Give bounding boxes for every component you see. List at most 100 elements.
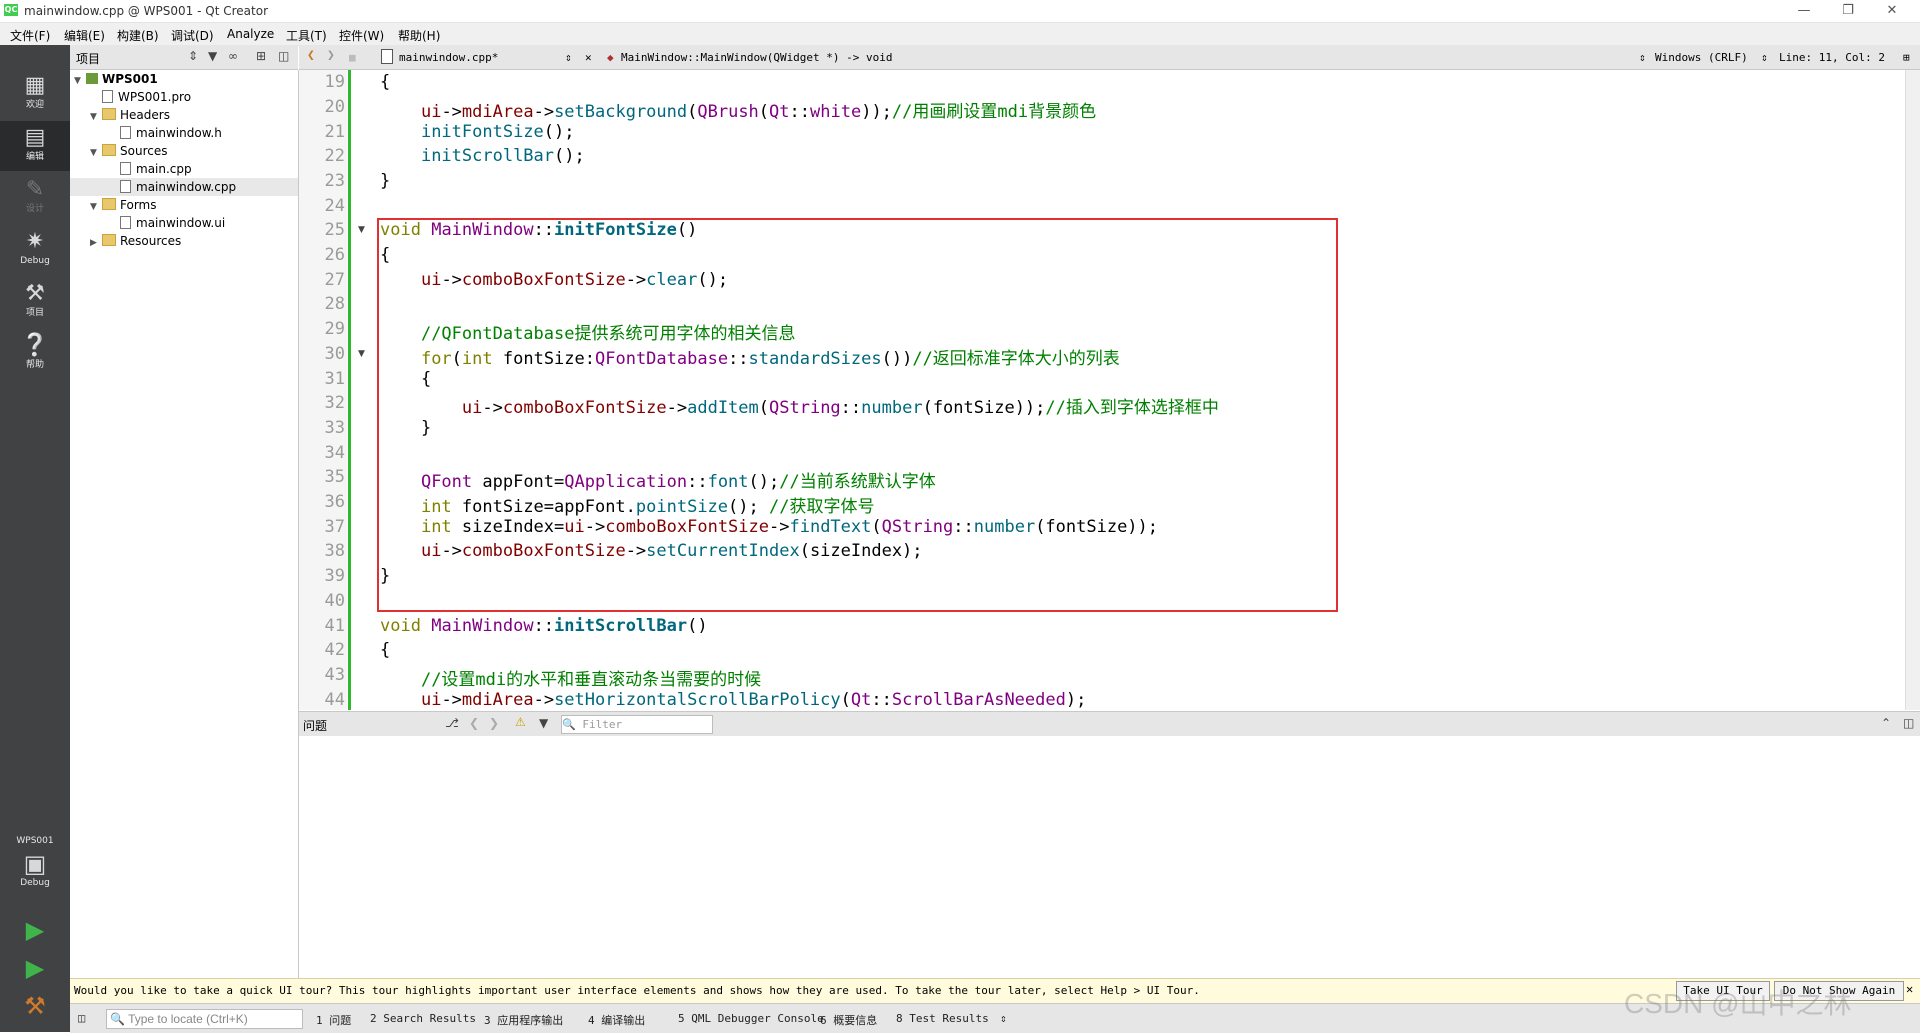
tab-general-messages[interactable]: 6 概要信息: [820, 1012, 877, 1028]
collapse-arrow-icon[interactable]: ▶: [90, 234, 102, 252]
close-icon[interactable]: ✕: [1906, 982, 1913, 996]
tree-item-mainwindow-h[interactable]: mainwindow.h: [120, 124, 222, 142]
line-number: 37: [324, 517, 345, 537]
split-editor-icon[interactable]: ⊞: [1903, 51, 1910, 64]
debug-run-button[interactable]: ▶: [0, 951, 70, 991]
next-icon[interactable]: ❯: [489, 716, 499, 730]
tree-item-forms[interactable]: ▼ Forms: [90, 196, 156, 214]
code-line[interactable]: initScrollBar();: [380, 146, 585, 166]
tree-item-pro[interactable]: WPS001.pro: [102, 88, 191, 106]
code-line[interactable]: ui->mdiArea->setHorizontalScrollBarPolic…: [380, 690, 1086, 710]
close-pane-icon[interactable]: ◫: [1903, 716, 1914, 730]
line-number: 39: [324, 566, 345, 586]
maximize-pane-icon[interactable]: ⌃: [1881, 716, 1891, 730]
project-icon: [86, 73, 98, 84]
line-number: 23: [324, 171, 345, 191]
mode-help[interactable]: ❔ 帮助: [0, 329, 70, 379]
menu-edit[interactable]: 编辑(E): [64, 27, 105, 44]
menu-debug[interactable]: 调试(D): [171, 27, 214, 44]
forward-icon[interactable]: ❯: [327, 48, 335, 63]
expand-arrow-icon[interactable]: ▼: [74, 72, 86, 90]
tree-item-sources[interactable]: ▼ Sources: [90, 142, 167, 160]
menu-tools[interactable]: 工具(T): [286, 27, 327, 44]
warning-icon[interactable]: ⚠: [515, 715, 526, 729]
menu-file[interactable]: 文件(F): [10, 27, 50, 44]
issues-filter-input[interactable]: 🔍 Filter: [561, 715, 713, 734]
tab-app-output[interactable]: 3 应用程序输出: [484, 1012, 563, 1028]
project-pane-title[interactable]: 项目: [76, 50, 100, 67]
split-icon[interactable]: ⊞: [256, 49, 266, 63]
line-ending-selector[interactable]: Windows (CRLF): [1655, 51, 1748, 64]
issues-toolbar: 问题 ⎇ ❮ ❯ ⚠ ▼ 🔍 Filter ⌃ ◫: [299, 711, 1920, 737]
updown-icon[interactable]: ⇕: [188, 49, 198, 63]
tree-item-project[interactable]: ▼ WPS001: [74, 70, 158, 88]
tab-qml-debugger-console[interactable]: 5 QML Debugger Console: [678, 1012, 824, 1025]
issues-title: 问题: [303, 719, 328, 733]
code-line[interactable]: }: [380, 171, 390, 191]
tab-test-results[interactable]: 8 Test Results: [896, 1012, 989, 1025]
menu-help[interactable]: 帮助(H): [398, 27, 440, 44]
updown-icon[interactable]: ⇕: [1761, 51, 1768, 64]
tab-compile-output[interactable]: 4 编译输出: [588, 1012, 645, 1028]
tree-item-resources[interactable]: ▶ Resources: [90, 232, 181, 250]
menu-build[interactable]: 构建(B): [117, 27, 159, 44]
prev-icon[interactable]: ❮: [469, 716, 479, 730]
updown-icon[interactable]: ⇕: [1639, 51, 1646, 64]
tree-item-mainwindow-ui[interactable]: mainwindow.ui: [120, 214, 225, 232]
folder-icon: [102, 108, 116, 120]
code-line[interactable]: //设置mdi的水平和垂直滚动条当需要的时候: [380, 665, 761, 690]
edit-document-icon: ▤: [24, 125, 46, 150]
mode-edit[interactable]: ▤ 编辑: [0, 121, 70, 171]
cursor-position[interactable]: Line: 11, Col: 2: [1779, 51, 1885, 64]
file-icon: [102, 90, 113, 103]
line-number: 28: [324, 294, 345, 314]
tab-issues[interactable]: 1 问题: [316, 1012, 351, 1028]
code-line[interactable]: {: [380, 72, 390, 92]
expand-arrow-icon[interactable]: ▼: [90, 144, 102, 162]
line-number: 35: [324, 467, 345, 487]
build-button[interactable]: ⚒: [0, 989, 70, 1029]
expand-arrow-icon[interactable]: ▼: [90, 198, 102, 216]
locator-input[interactable]: 🔍 Type to locate (Ctrl+K): [106, 1009, 303, 1029]
filter-icon[interactable]: ▼: [539, 716, 548, 730]
mode-bar: ▦ 欢迎 ▤ 编辑 ✎ 设计 ✷ Debug ⚒ 项目 ❔ 帮助 WPS001 …: [0, 45, 70, 1032]
debug-bug-icon: ✷: [25, 229, 45, 254]
fold-arrow-icon[interactable]: ▼: [358, 225, 365, 235]
mode-welcome[interactable]: ▦ 欢迎: [0, 69, 70, 119]
fold-arrow-icon[interactable]: ▼: [358, 349, 365, 359]
tab-search-results[interactable]: 2 Search Results: [370, 1012, 476, 1025]
updown-icon[interactable]: ⇕: [565, 51, 572, 64]
line-number: 19: [324, 72, 345, 92]
code-line[interactable]: initFontSize();: [380, 122, 575, 142]
updown-icon[interactable]: ⇕: [1000, 1012, 1007, 1025]
tree-item-main-cpp[interactable]: main.cpp: [120, 160, 192, 178]
tree-item-mainwindow-cpp[interactable]: mainwindow.cpp: [70, 178, 298, 196]
close-pane-icon[interactable]: ◫: [278, 49, 289, 63]
mode-design[interactable]: ✎ 设计: [0, 173, 70, 223]
symbol-icon: ◆: [607, 51, 614, 64]
menu-analyze[interactable]: Analyze: [227, 27, 274, 41]
tree-item-headers[interactable]: ▼ Headers: [90, 106, 170, 124]
line-number: 31: [324, 369, 345, 389]
symbol-selector[interactable]: MainWindow::MainWindow(QWidget *) -> voi…: [621, 51, 893, 64]
toggle-sidebar-icon[interactable]: ◫: [78, 1011, 85, 1025]
restore-icon[interactable]: ❐: [1826, 0, 1870, 22]
run-button[interactable]: ▶: [0, 913, 70, 953]
code-line[interactable]: ui->mdiArea->setBackground(QBrush(Qt::wh…: [380, 97, 1096, 122]
filter-icon[interactable]: ▼: [208, 49, 217, 63]
mode-debug[interactable]: ✷ Debug: [0, 225, 70, 275]
kit-selector[interactable]: WPS001 ▣ Debug: [0, 831, 70, 911]
mode-projects[interactable]: ⚒ 项目: [0, 277, 70, 327]
code-line[interactable]: {: [380, 640, 390, 660]
code-line[interactable]: void MainWindow::initScrollBar(): [380, 616, 708, 636]
link-icon[interactable]: ∞: [228, 49, 238, 63]
vertical-scrollbar[interactable]: [1905, 70, 1920, 710]
menu-controls[interactable]: 控件(W): [339, 27, 384, 44]
file-selector[interactable]: mainwindow.cpp*: [399, 51, 498, 64]
close-icon[interactable]: ✕: [1870, 0, 1914, 22]
minimize-icon[interactable]: —: [1782, 0, 1826, 22]
close-file-icon[interactable]: ✕: [585, 51, 592, 64]
back-icon[interactable]: ❮: [307, 48, 315, 63]
expand-arrow-icon[interactable]: ▼: [90, 108, 102, 126]
clean-icon[interactable]: ⎇: [445, 716, 459, 730]
